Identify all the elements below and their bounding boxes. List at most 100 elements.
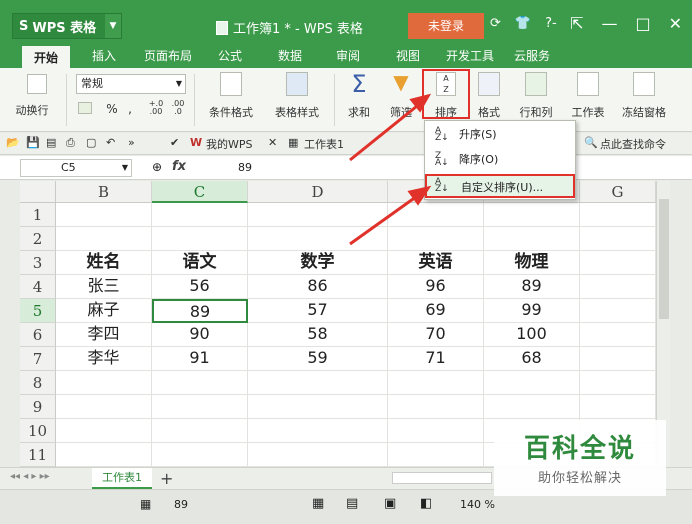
cell-g4[interactable] [580,275,656,299]
cell-e8[interactable] [388,371,484,395]
restore-icon[interactable]: ⇱ [570,14,583,33]
cell-c7[interactable]: 91 [152,347,248,371]
cell-c10[interactable] [152,419,248,443]
row-col-button[interactable]: 行和列 [512,72,560,120]
conditional-format-button[interactable]: 条件格式 [200,72,262,120]
cell-e1[interactable] [388,203,484,227]
row-header-1[interactable]: 1 [20,203,56,227]
cell-d9[interactable] [248,395,388,419]
my-wps-tab[interactable]: 我的WPS [206,136,253,152]
cell-b4[interactable]: 张三 [56,275,152,299]
more-icon[interactable]: » [128,136,135,149]
cell-f3[interactable]: 物理 [484,251,580,275]
cell-d5[interactable]: 57 [248,299,388,323]
cell-f8[interactable] [484,371,580,395]
tab-view[interactable]: 视图 [396,46,420,68]
find-command-input[interactable]: 点此查找命令 [600,136,666,152]
formula-input[interactable]: 89 [238,161,252,174]
auto-wrap-button[interactable] [22,74,52,94]
cell-e5[interactable]: 69 [388,299,484,323]
cell-b1[interactable] [56,203,152,227]
cell-d6[interactable]: 58 [248,323,388,347]
column-header-d[interactable]: D [248,181,388,203]
cell-c1[interactable] [152,203,248,227]
help-button[interactable]: ?- [545,16,557,31]
filter-button[interactable]: ▼ 筛选 [384,70,418,120]
workbook-tab[interactable]: 工作表1 [304,136,344,152]
cell-c11[interactable] [152,443,248,467]
tab-developer[interactable]: 开发工具 [446,46,494,68]
fx-button[interactable]: fx [172,159,186,174]
cell-d4[interactable]: 86 [248,275,388,299]
cell-g6[interactable] [580,323,656,347]
cell-b5[interactable]: 麻子 [56,299,152,323]
table-style-button[interactable]: 表格样式 [266,72,328,120]
open-icon[interactable]: 📂 [6,136,20,149]
cell-e7[interactable]: 71 [388,347,484,371]
cell-c4[interactable]: 56 [152,275,248,299]
number-format-select[interactable]: 常规 ▼ [76,74,186,94]
save-icon[interactable]: 💾 [26,136,40,149]
cell-f9[interactable] [484,395,580,419]
cell-g5[interactable] [580,299,656,323]
close-tab-icon[interactable]: ✕ [268,136,277,149]
cell-b8[interactable] [56,371,152,395]
cell-c3[interactable]: 语文 [152,251,248,275]
cell-e10[interactable] [388,419,484,443]
login-button[interactable]: 未登录 [408,13,484,39]
select-all-corner[interactable] [20,181,56,203]
column-header-g[interactable]: G [580,181,656,203]
cell-d1[interactable] [248,203,388,227]
cell-f4[interactable]: 89 [484,275,580,299]
cell-c6[interactable]: 90 [152,323,248,347]
cell-b6[interactable]: 李四 [56,323,152,347]
cell-d8[interactable] [248,371,388,395]
cell-b3[interactable]: 姓名 [56,251,152,275]
cell-b2[interactable] [56,227,152,251]
cell-d3[interactable]: 数学 [248,251,388,275]
cell-e2[interactable] [388,227,484,251]
undo-icon[interactable]: ↶ [106,136,115,149]
maximize-button[interactable]: □ [635,14,650,33]
percent-button[interactable]: % [104,102,120,116]
tab-review[interactable]: 审阅 [336,46,360,68]
row-header-9[interactable]: 9 [20,395,56,419]
normal-view-icon[interactable]: ▦ [312,496,324,511]
tab-page-layout[interactable]: 页面布局 [144,46,192,68]
cell-f2[interactable] [484,227,580,251]
skin-icon[interactable]: 👕 [515,16,531,31]
cell-c8[interactable] [152,371,248,395]
format-button[interactable]: 格式 [472,72,506,120]
sort-ascending-item[interactable]: A Z↓ 升序(S) [425,123,575,147]
row-header-5[interactable]: 5 [20,299,56,323]
tab-data[interactable]: 数据 [278,46,302,68]
page-break-icon[interactable]: ▣ [384,496,396,511]
column-header-b[interactable]: B [56,181,152,203]
cell-g9[interactable] [580,395,656,419]
cell-g8[interactable] [580,371,656,395]
row-header-6[interactable]: 6 [20,323,56,347]
cell-e3[interactable]: 英语 [388,251,484,275]
cell-b10[interactable] [56,419,152,443]
decrease-decimal-icon[interactable]: .00.0 [168,100,188,116]
cell-d2[interactable] [248,227,388,251]
freeze-panes-button[interactable]: 冻结窗格 [618,72,670,120]
sheet-tab-1[interactable]: 工作表1 [92,468,152,489]
cell-b9[interactable] [56,395,152,419]
active-cell[interactable]: 89 [152,299,248,323]
cell-b11[interactable] [56,443,152,467]
column-header-c[interactable]: C [152,181,248,203]
sync-icon[interactable]: ⟳ [490,16,501,31]
cell-c9[interactable] [152,395,248,419]
pdf-icon[interactable]: ▤ [46,136,56,149]
print-icon[interactable]: ⎙ [66,136,75,150]
name-box[interactable]: C5 ▼ [20,159,132,177]
worksheet-button[interactable]: 工作表 [566,72,610,120]
cell-f6[interactable]: 100 [484,323,580,347]
tab-formula[interactable]: 公式 [218,46,242,68]
tab-cloud[interactable]: 云服务 [514,46,550,68]
custom-sort-item[interactable]: A Z↓ 自定义排序(U)... [425,174,575,198]
sort-descending-item[interactable]: Z A↓ 降序(O) [425,148,575,172]
cell-e6[interactable]: 70 [388,323,484,347]
row-header-11[interactable]: 11 [20,443,56,467]
